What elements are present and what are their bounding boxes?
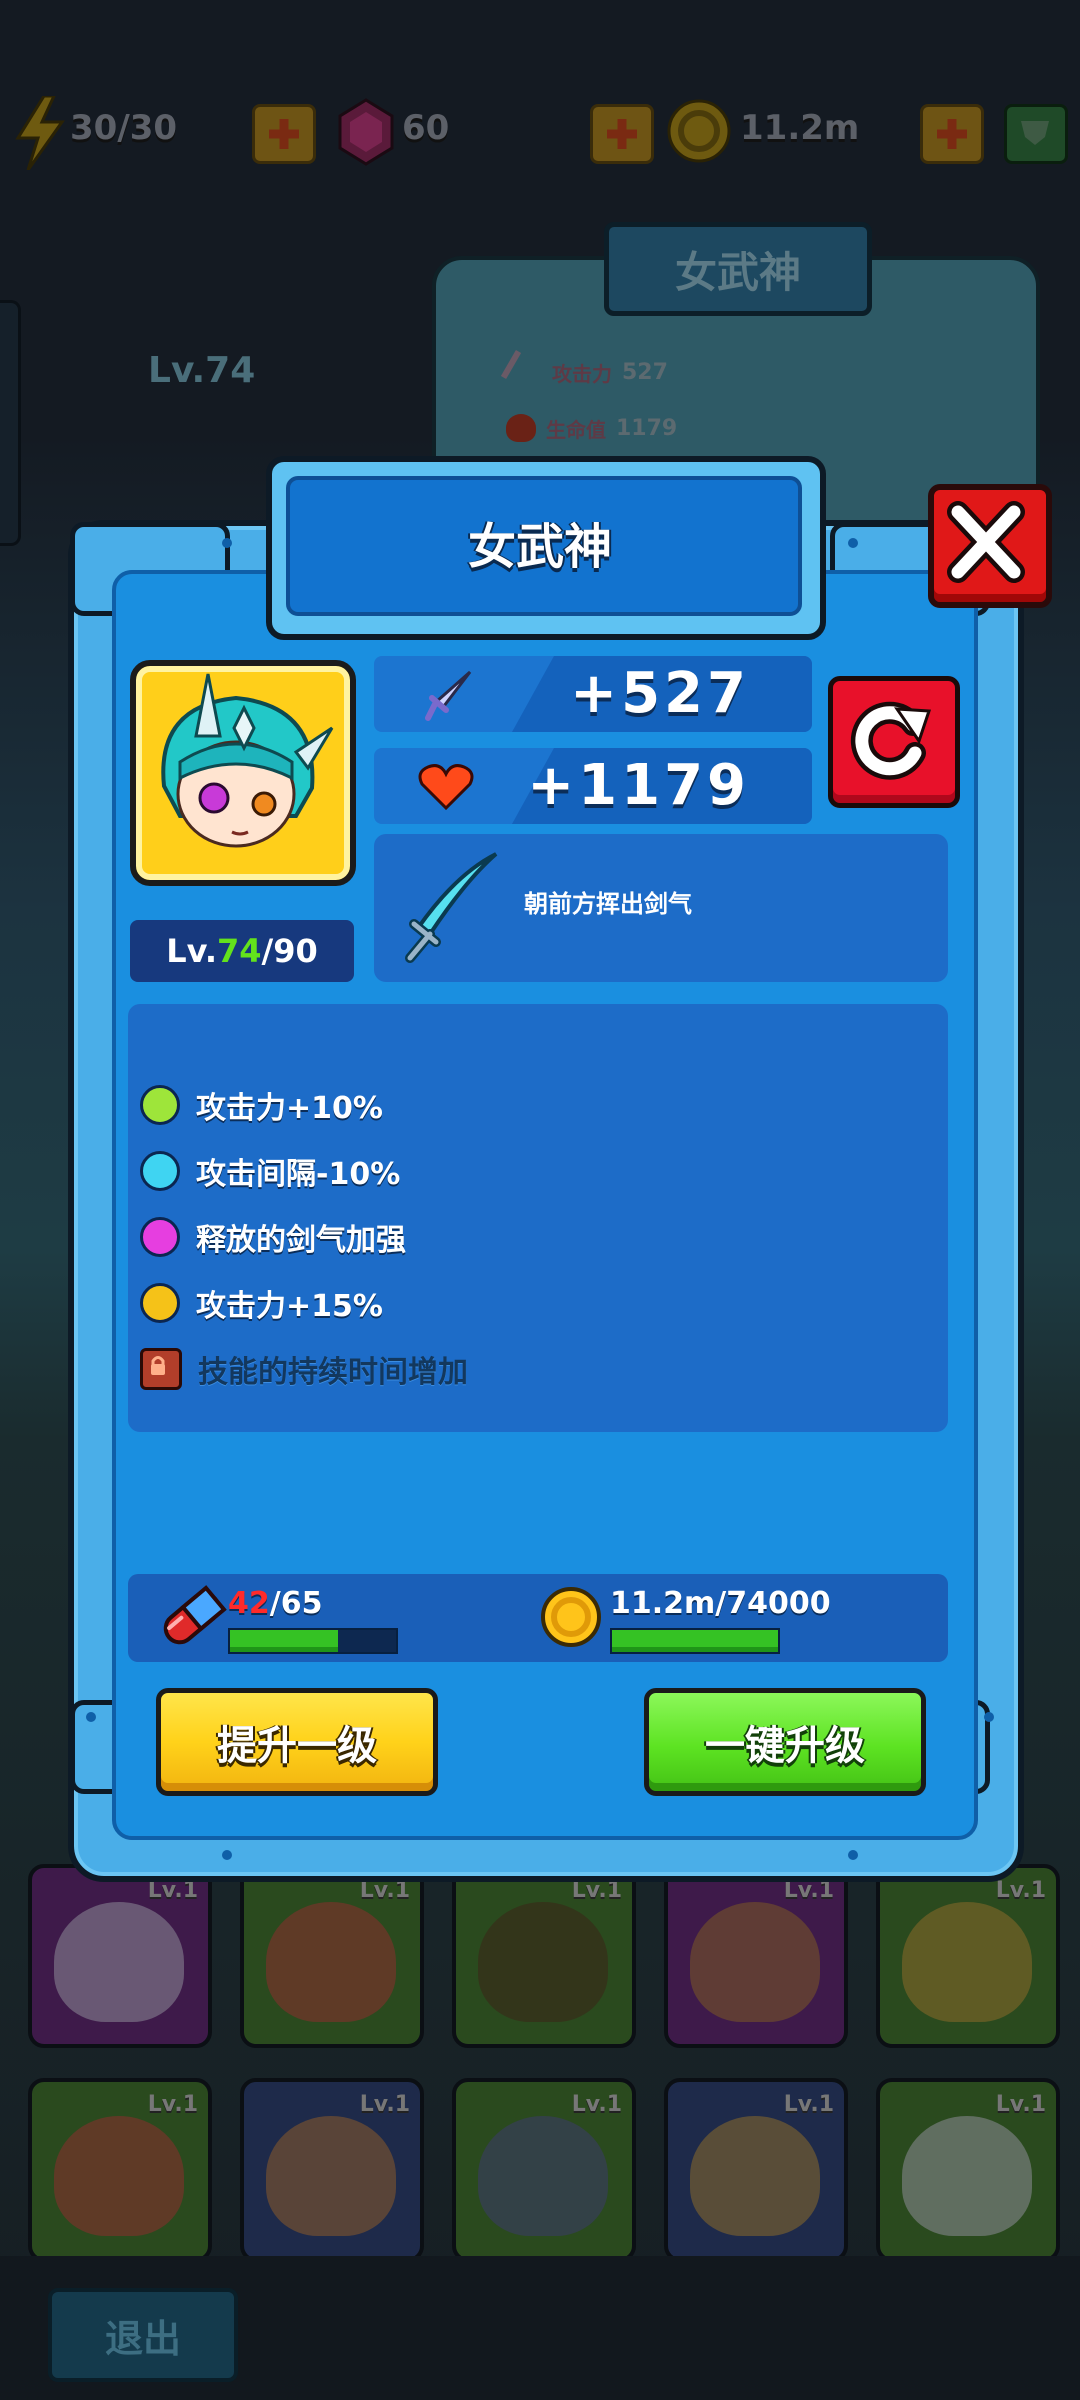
gold-count: 11.2m — [740, 108, 860, 148]
bg-attack-label: 攻击力 — [552, 361, 612, 386]
bg-heart-icon — [506, 414, 536, 442]
rivet — [86, 1712, 96, 1722]
bg-hero-card[interactable]: Lv.1 — [28, 1864, 212, 2048]
trait-unlocked-icon — [140, 1151, 180, 1191]
trait-item: 攻击力+15% — [140, 1278, 383, 1328]
rivet — [222, 1850, 232, 1860]
bg-hero-face — [266, 1902, 396, 2022]
bg-hero-card[interactable]: Lv.1 — [28, 2078, 212, 2262]
energy-count: 30/30 — [70, 108, 178, 148]
close-icon — [947, 501, 1025, 583]
rivet — [222, 538, 232, 548]
dialog-title: 女武神 — [467, 519, 612, 575]
bg-hero-face — [266, 2116, 396, 2236]
bg-hero-face — [690, 2116, 820, 2236]
bg-hero-face — [902, 1902, 1032, 2022]
bg-sword-icon — [500, 350, 548, 394]
bg-hero-card[interactable]: Lv.1 — [876, 1864, 1060, 2048]
gem-icon — [338, 98, 394, 166]
exit-button[interactable]: 退出 — [48, 2288, 238, 2382]
attack-bonus-value: +527 — [570, 661, 750, 726]
trait-unlocked-icon — [140, 1283, 180, 1323]
bg-hero-card[interactable]: Lv.1 — [240, 2078, 424, 2262]
bg-hero-face — [690, 1902, 820, 2022]
refresh-icon — [850, 701, 932, 780]
valkyrie-avatar — [161, 673, 334, 848]
upgrade-max-button[interactable]: 一键升级 — [644, 1688, 926, 1796]
trait-label: 攻击力+15% — [196, 1289, 383, 1324]
sword-skill-icon — [405, 852, 498, 963]
trait-label: 技能的持续时间增加 — [198, 1355, 468, 1390]
attack-stat-row: +527 — [374, 656, 812, 732]
trait-item: 攻击间隔-10% — [140, 1146, 400, 1196]
bg-hp-row: 生命值 1179 — [506, 408, 816, 448]
bg-hero-card[interactable]: Lv.1 — [664, 1864, 848, 2048]
shop-button[interactable] — [1004, 104, 1068, 164]
shield-icon — [1021, 121, 1049, 145]
trait-item: 攻击力+10% — [140, 1080, 383, 1130]
trait-item-locked: 技能的持续时间增加 — [140, 1344, 468, 1394]
add-energy-button[interactable] — [252, 104, 316, 164]
potion-count: 42/65 — [228, 1586, 323, 1621]
bg-hero-card[interactable]: Lv.1 — [452, 1864, 636, 2048]
potion-capsule-icon — [163, 1585, 227, 1645]
bg-hero-card[interactable]: Lv.1 — [664, 2078, 848, 2262]
bg-hero-title: 女武神 — [604, 222, 872, 316]
level-current: 74 — [217, 932, 262, 970]
add-gold-button[interactable] — [920, 104, 984, 164]
potion-progress-bar — [228, 1628, 398, 1654]
energy-bolt-icon — [15, 96, 65, 170]
bg-attack-row: 攻击力 527 — [500, 350, 816, 394]
sword-icon — [425, 670, 472, 721]
gold-coin-icon — [541, 1587, 601, 1647]
rivet — [848, 1850, 858, 1860]
add-gems-button[interactable] — [590, 104, 654, 164]
hero-portrait — [130, 660, 356, 886]
bg-hp-value: 1179 — [616, 415, 678, 441]
skill-description: 朝前方挥出剑气 — [524, 890, 692, 918]
bg-hero-face — [54, 2116, 184, 2236]
reset-button[interactable] — [828, 676, 960, 808]
gold-cost-text: 11.2m/74000 — [610, 1586, 831, 1621]
level-max: /90 — [261, 932, 318, 970]
gold-progress-bar — [610, 1628, 780, 1654]
bg-side-tab — [0, 300, 21, 546]
hp-stat-row: +1179 — [374, 748, 812, 824]
rivet — [848, 538, 858, 548]
bg-hero-card[interactable]: Lv.1 — [452, 2078, 636, 2262]
bg-attack-value: 527 — [622, 359, 668, 385]
bg-hero-face — [902, 2116, 1032, 2236]
bg-hp-label: 生命值 — [546, 417, 606, 442]
bg-hero-face — [478, 2116, 608, 2236]
trait-unlocked-icon — [140, 1085, 180, 1125]
trait-item: 释放的剑气加强 — [140, 1212, 406, 1262]
bg-hero-card[interactable]: Lv.1 — [876, 2078, 1060, 2262]
trait-label: 释放的剑气加强 — [196, 1223, 406, 1258]
bg-hero-level: Lv.74 — [148, 350, 256, 391]
top-resource-bar: 30/30 60 11.2m — [0, 90, 1080, 180]
upgrade-one-level-button[interactable]: 提升一级 — [156, 1688, 438, 1796]
gold-coin-icon — [667, 99, 731, 163]
trait-label: 攻击间隔-10% — [196, 1157, 401, 1192]
gem-count: 60 — [402, 108, 450, 148]
rivet — [984, 1712, 994, 1722]
hp-bonus-value: +1179 — [527, 753, 750, 818]
trait-label: 攻击力+10% — [196, 1091, 383, 1126]
bg-hero-card[interactable]: Lv.1 — [240, 1864, 424, 2048]
heart-icon — [418, 764, 474, 811]
level-prefix: Lv. — [166, 932, 218, 970]
close-button[interactable] — [928, 484, 1052, 608]
lock-icon — [140, 1348, 182, 1390]
trait-unlocked-icon — [140, 1217, 180, 1257]
bg-hero-face — [54, 1902, 184, 2022]
hero-level-plate: Lv. 74/90 — [130, 920, 354, 982]
bg-hero-face — [478, 1902, 608, 2022]
